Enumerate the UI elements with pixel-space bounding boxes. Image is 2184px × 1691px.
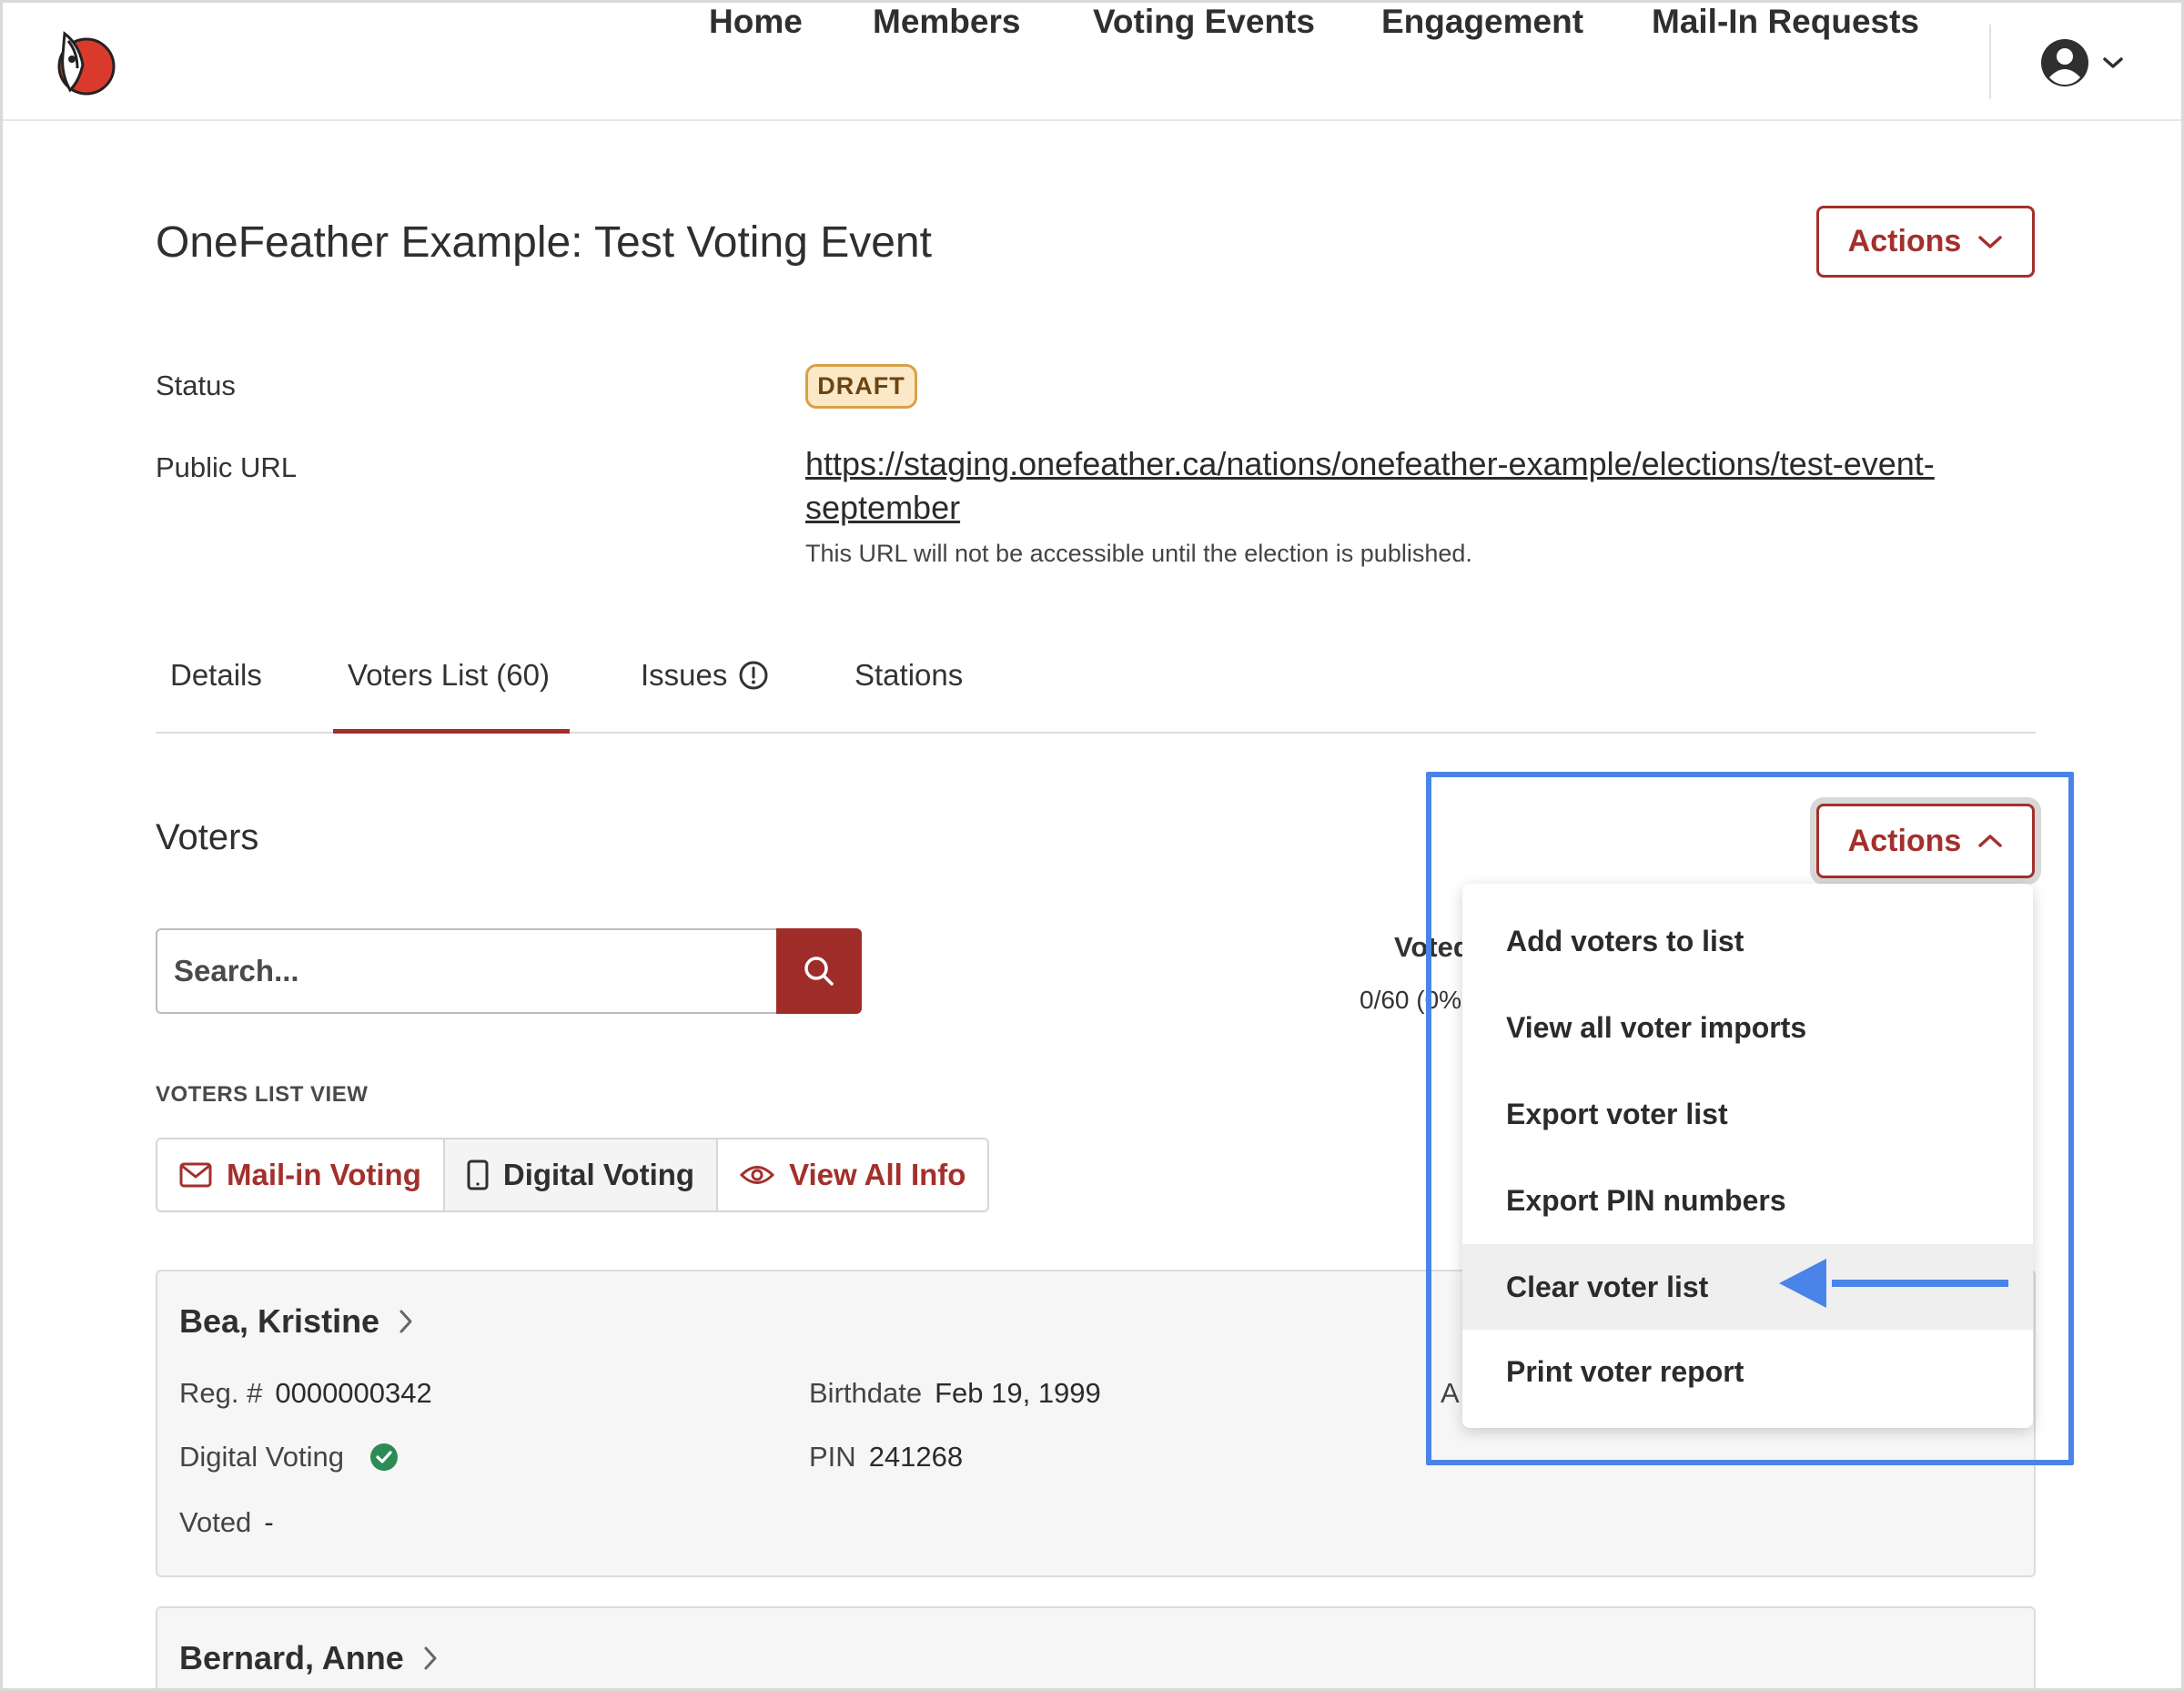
birthdate-value: Feb 19, 1999: [935, 1377, 1101, 1409]
chevron-down-icon: [1978, 235, 2003, 248]
public-url-label: Public URL: [156, 451, 298, 483]
check-circle-icon: [369, 1443, 398, 1471]
view-mail-in-voting-label: Mail-in Voting: [227, 1158, 421, 1191]
user-avatar-icon: [2041, 39, 2088, 86]
voter-search-input[interactable]: [156, 928, 778, 1014]
chevron-right-icon: [424, 1646, 437, 1670]
status-label: Status: [156, 370, 236, 401]
search-button[interactable]: [776, 928, 862, 1014]
birthdate-field: Birthdate Feb 19, 1999: [809, 1377, 1101, 1410]
menu-item-print-voter-report[interactable]: Print voter report: [1462, 1329, 2033, 1414]
voters-actions-button[interactable]: Actions: [1816, 804, 2035, 878]
voted-field: Voted -: [179, 1506, 274, 1539]
nav-engagement[interactable]: Engagement: [1381, 3, 1583, 41]
top-navbar: Home Members Voting Events Engagement Ma…: [3, 3, 2181, 121]
chevron-right-icon: [399, 1310, 412, 1333]
view-all-info-label: View All Info: [789, 1158, 966, 1191]
mobile-phone-icon: [467, 1159, 489, 1190]
app-window: Home Members Voting Events Engagement Ma…: [0, 0, 2184, 1691]
onefeather-logo-icon[interactable]: [52, 28, 117, 97]
tab-details-label: Details: [170, 658, 262, 692]
partial-field: A: [1441, 1377, 1460, 1410]
voted-value: -: [264, 1506, 274, 1538]
public-url-note: This URL will not be accessible until th…: [805, 540, 1472, 567]
nav-members[interactable]: Members: [873, 3, 1020, 41]
reg-number-value: 0000000342: [275, 1377, 432, 1409]
voter-name: Bea, Kristine: [179, 1302, 380, 1340]
menu-item-export-pin-numbers[interactable]: Export PIN numbers: [1462, 1158, 2033, 1243]
tab-voters-list-label: Voters List (60): [348, 658, 550, 692]
status-badge: DRAFT: [805, 364, 917, 409]
voters-list-view-toggle: Mail-in Voting Digital Voting View All I…: [156, 1138, 990, 1212]
view-digital-voting-label: Digital Voting: [502, 1158, 695, 1191]
tab-stations[interactable]: Stations: [854, 658, 963, 693]
account-menu[interactable]: [2039, 37, 2130, 88]
reg-number-field: Reg. # 0000000342: [179, 1377, 432, 1410]
digital-voting-label: Digital Voting: [179, 1441, 344, 1473]
tab-issues-label: Issues: [641, 658, 728, 692]
view-mail-in-voting-button[interactable]: Mail-in Voting: [156, 1138, 445, 1212]
view-all-info-button[interactable]: View All Info: [718, 1138, 990, 1212]
voted-heading: Voted: [1394, 931, 1462, 963]
menu-item-add-voters[interactable]: Add voters to list: [1462, 898, 2033, 984]
reg-number-label: Reg. #: [179, 1377, 263, 1409]
voted-count: 0/60 (0%): [1360, 986, 1461, 1014]
voter-name: Bernard, Anne: [179, 1639, 404, 1676]
mail-icon: [179, 1162, 212, 1188]
search-icon: [804, 957, 834, 986]
public-url-link[interactable]: https://staging.onefeather.ca/nations/on…: [805, 442, 1961, 530]
partial-field-label: A: [1441, 1377, 1460, 1409]
view-digital-voting-button[interactable]: Digital Voting: [444, 1138, 719, 1212]
nav-mail-in-requests[interactable]: Mail-In Requests: [1652, 3, 1919, 41]
page-title: OneFeather Example: Test Voting Event: [156, 218, 932, 267]
menu-item-view-voter-imports[interactable]: View all voter imports: [1462, 985, 2033, 1070]
menu-item-export-voter-list[interactable]: Export voter list: [1462, 1071, 2033, 1157]
voter-name-link[interactable]: Bernard, Anne: [179, 1639, 439, 1677]
birthdate-label: Birthdate: [809, 1377, 923, 1409]
chevron-up-icon: [1978, 835, 2003, 847]
nav-divider: [1989, 25, 1991, 99]
digital-voting-field: Digital Voting: [179, 1441, 399, 1473]
tab-voters-list[interactable]: Voters List (60): [348, 658, 550, 693]
pin-field: PIN 241268: [809, 1441, 963, 1473]
alert-circle-icon: [739, 661, 768, 690]
tab-stations-label: Stations: [854, 658, 964, 692]
voter-card: Bernard, Anne: [156, 1606, 2036, 1688]
voter-name-link[interactable]: Bea, Kristine: [179, 1302, 414, 1341]
chevron-down-icon: [2103, 57, 2123, 68]
pin-value: 241268: [868, 1441, 964, 1473]
voters-actions-menu: Add voters to list View all voter import…: [1462, 884, 2033, 1428]
pin-label: PIN: [809, 1441, 856, 1473]
nav-home[interactable]: Home: [709, 3, 803, 41]
voted-label: Voted: [179, 1506, 252, 1538]
eye-icon: [740, 1166, 775, 1184]
voters-list-view-label: VOTERS LIST VIEW: [156, 1082, 369, 1107]
annotation-arrow-icon: [1779, 1259, 2008, 1308]
tab-details[interactable]: Details: [170, 658, 262, 693]
voters-actions-label: Actions: [1847, 823, 1962, 858]
tab-issues[interactable]: Issues: [641, 658, 769, 693]
active-tab-indicator: [333, 729, 570, 734]
event-actions-button[interactable]: Actions: [1816, 206, 2035, 278]
nav-voting-events[interactable]: Voting Events: [1093, 3, 1315, 41]
voters-section-title: Voters: [156, 817, 259, 857]
event-actions-label: Actions: [1847, 224, 1962, 258]
